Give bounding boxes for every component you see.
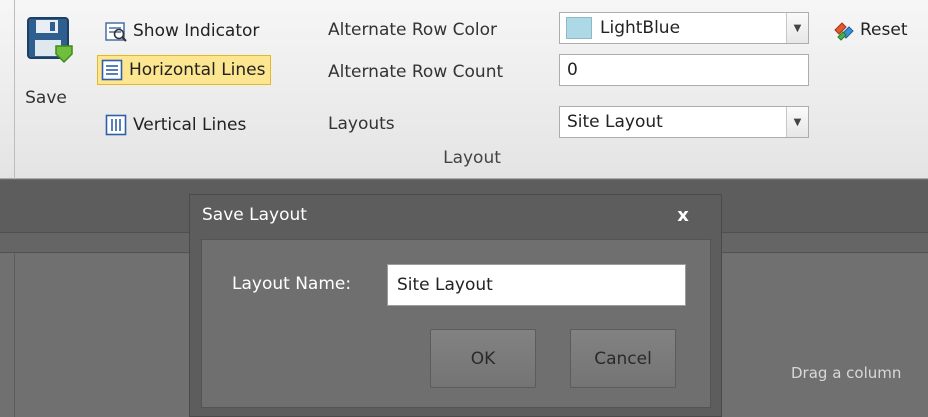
reset-button[interactable]: Reset <box>832 14 908 46</box>
alternate-row-count-input[interactable]: 0 <box>559 54 809 86</box>
show-indicator-label: Show Indicator <box>133 21 260 41</box>
save-layout-dialog: Save Layout x Layout Name: Site Layout O… <box>189 194 722 417</box>
save-label: Save <box>25 88 67 108</box>
vertical-lines-toggle[interactable]: Vertical Lines <box>102 110 250 140</box>
chevron-down-icon[interactable]: ▼ <box>786 107 808 137</box>
layout-name-label: Layout Name: <box>232 274 352 294</box>
cancel-button[interactable]: Cancel <box>570 329 676 388</box>
ok-button[interactable]: OK <box>430 329 536 388</box>
save-floppy-icon <box>27 17 73 64</box>
ribbon-group-caption: Layout <box>443 148 501 168</box>
layouts-label: Layouts <box>328 114 395 134</box>
alternate-row-count-value: 0 <box>567 60 578 80</box>
alternate-row-color-value: LightBlue <box>600 18 681 38</box>
color-swatch <box>566 17 592 39</box>
save-button[interactable]: Save <box>22 6 80 118</box>
ribbon: Save Show Indicator Horizontal Lines Ver… <box>0 0 928 179</box>
close-icon[interactable]: x <box>666 201 700 229</box>
show-indicator-toggle[interactable]: Show Indicator <box>102 16 263 46</box>
layouts-combo[interactable]: Site Layout ▼ <box>559 106 809 138</box>
alternate-row-color-label: Alternate Row Color <box>328 20 498 40</box>
alternate-row-color-combo[interactable]: LightBlue ▼ <box>559 12 809 44</box>
dialog-title: Save Layout <box>202 205 307 225</box>
alternate-row-count-label: Alternate Row Count <box>328 62 504 82</box>
chevron-down-icon[interactable]: ▼ <box>786 13 808 43</box>
layouts-value: Site Layout <box>567 112 663 132</box>
horizontal-lines-label: Horizontal Lines <box>129 60 266 80</box>
vertical-lines-icon <box>105 114 127 136</box>
layout-name-value: Site Layout <box>397 275 493 295</box>
horizontal-lines-toggle[interactable]: Horizontal Lines <box>97 55 271 85</box>
layout-name-input[interactable]: Site Layout <box>387 264 686 306</box>
grid-left-border <box>14 254 15 417</box>
horizontal-lines-icon <box>101 59 123 81</box>
reset-label: Reset <box>860 20 908 40</box>
vertical-lines-label: Vertical Lines <box>133 115 247 135</box>
indicator-icon <box>105 22 127 42</box>
dialog-content: Layout Name: Site Layout OK Cancel <box>201 239 711 408</box>
group-panel-hint: Drag a column <box>791 364 902 382</box>
reset-icon <box>834 22 854 41</box>
